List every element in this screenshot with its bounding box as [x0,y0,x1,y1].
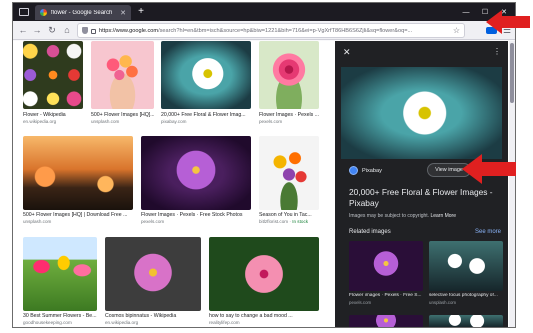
shield-icon[interactable] [82,27,88,34]
result-caption[interactable]: Flower Images · Pexels · Free Stock Phot… [141,212,251,218]
result-source-with-stock: bitlzflorist.com · In stock [259,219,309,224]
related-header: Related images See more [349,229,501,235]
result-source: en.wikipedia.org [23,119,57,124]
result-image[interactable] [91,41,154,109]
related-image[interactable] [429,315,503,327]
result-caption[interactable]: Flower - Wikipedia [23,112,83,118]
result-caption[interactable]: 20,000+ Free Floral & Flower Imag... [161,112,251,118]
tab-bar: flower - Google Search ✕ + — ☐ ✕ [13,3,515,21]
annotation-arrow-extension [486,10,530,34]
learn-more-link[interactable]: Learn More [430,213,456,219]
copyright-text: Images may be subject to copyright. [349,213,430,219]
source-row[interactable]: Pixabay [349,166,382,175]
result-source: realitylifep.com [209,320,240,325]
annotation-arrow-view-image [462,154,516,184]
see-more-link[interactable]: See more [475,229,501,235]
new-tab-button[interactable]: + [135,5,147,19]
tab-list-icon[interactable] [19,7,29,16]
result-source: pexels.com [259,119,283,124]
related-label: Related images [349,229,391,235]
url-host: https://www.google.com [99,27,159,34]
result-caption[interactable]: 30 Best Summer Flowers - Be... [23,313,97,319]
result-caption[interactable]: Cosmos bipinnatus - Wikipedia [105,313,201,319]
related-caption[interactable]: Flower images · Pexels · Free S... [349,293,423,298]
result-image[interactable] [105,237,201,311]
related-caption[interactable]: selective focus photography of... [429,293,503,298]
result-image[interactable] [23,237,97,311]
image-results-page: Flower - Wikipedia en.wikipedia.org 500+… [13,41,515,327]
url-bar[interactable]: https://www.google.com/search?hl=en&tbm=… [77,23,465,38]
result-source: unsplash.com [91,119,120,124]
forward-icon[interactable]: → [31,24,43,37]
star-icon[interactable]: ☆ [453,26,460,35]
related-image[interactable] [349,315,423,327]
url-text: https://www.google.com/search?hl=en&tbm=… [99,28,450,34]
tab-title: flower - Google Search [51,9,113,16]
result-image[interactable] [209,237,319,311]
related-image[interactable] [349,241,423,291]
preview-title[interactable]: 20,000+ Free Floral & Flower Images - Pi… [349,187,499,208]
related-image[interactable] [429,241,503,291]
url-path: /search?hl=en&tbm=isch&source=hp&biw=122… [158,27,413,34]
result-image[interactable] [23,41,83,109]
result-caption[interactable]: how to say to change a bad mood ... [209,313,319,319]
result-image[interactable] [23,136,133,210]
result-source: goodhousekeeping.com [23,320,72,325]
stock-badge: In stock [292,219,309,224]
related-source: pexels.com [349,300,372,305]
reload-icon[interactable]: ↻ [46,24,58,37]
result-image[interactable] [141,136,251,210]
pixabay-logo-icon [349,166,358,175]
nav-bar: ← → ↻ ⌂ https://www.google.com/search?hl… [13,21,515,40]
browser-window: flower - Google Search ✕ + — ☐ ✕ ← → ↻ ⌂… [12,2,516,328]
result-image[interactable] [259,136,319,210]
minimize-button[interactable]: — [457,3,475,21]
result-source: unsplash.com [23,219,52,224]
lock-icon[interactable] [91,29,96,34]
tab-close-icon[interactable]: ✕ [120,9,126,17]
flower-favicon-icon [40,9,47,16]
result-source: en.wikipedia.org [105,320,139,325]
source-name[interactable]: Pixabay [362,168,382,174]
result-source: pexels.com [141,219,165,224]
result-caption[interactable]: 500+ Flower Images [HQ]... [91,112,154,118]
back-icon[interactable]: ← [17,24,29,37]
related-source: unsplash.com [429,300,457,305]
result-caption[interactable]: 500+ Flower Images [HQ] | Download Free … [23,212,133,218]
more-icon[interactable]: ⋮ [493,47,501,56]
preview-image[interactable] [341,67,502,159]
result-source: pixabay.com [161,119,187,124]
result-image[interactable] [161,41,251,109]
home-icon[interactable]: ⌂ [61,24,73,37]
browser-tab[interactable]: flower - Google Search ✕ [35,5,131,20]
result-caption[interactable]: Flower Images · Pexels ... [259,112,319,118]
copyright-notice: Images may be subject to copyright. Lear… [349,213,456,219]
close-icon[interactable]: ✕ [343,47,351,58]
result-caption[interactable]: Season of You in Tac... [259,212,319,218]
scrollbar-thumb[interactable] [510,43,514,103]
result-source: bitlzflorist.com [259,219,289,224]
result-image[interactable] [259,41,319,109]
